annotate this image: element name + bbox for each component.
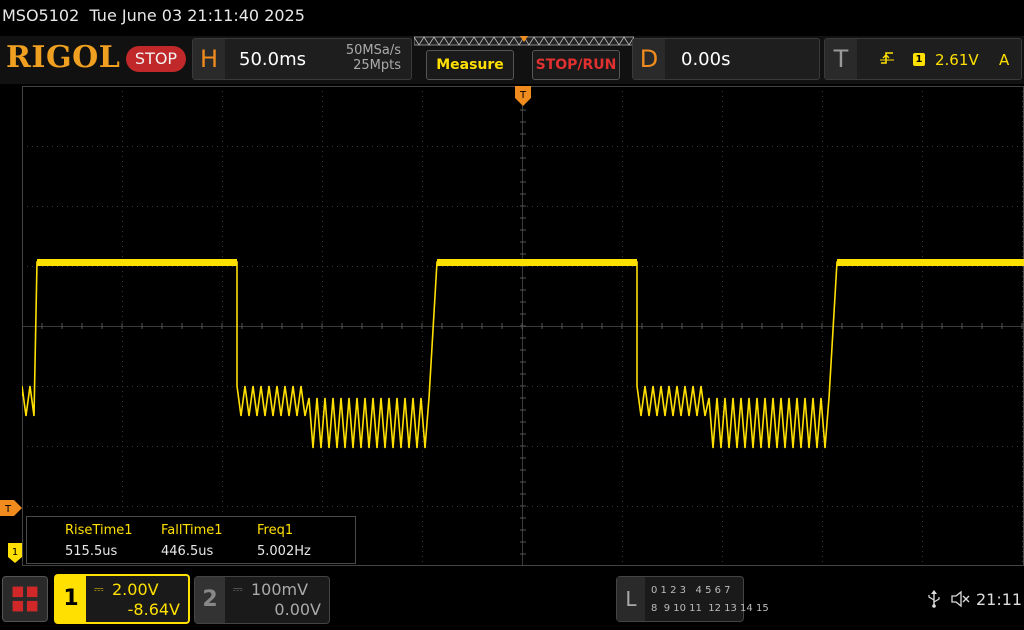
channel2-scale: 100mV <box>251 580 309 599</box>
delay-value: 0.00s <box>681 49 731 70</box>
measurement-results[interactable]: RiseTime1 515.5us FallTime1 446.5us Freq… <box>26 516 356 564</box>
measure-value: 515.5us <box>65 544 118 559</box>
waveform-display[interactable] <box>22 86 1024 566</box>
logic-channels-row2: 8 9 10 11 12 13 14 15 <box>651 603 769 614</box>
svg-text:1: 1 <box>12 547 18 558</box>
measure-frequency: Freq1 5.002Hz <box>257 523 311 559</box>
trigger-position-marker[interactable]: T <box>515 86 531 106</box>
logic-letter: L <box>617 577 645 621</box>
trigger-mode: A <box>999 51 1010 69</box>
measure-rise-time: RiseTime1 515.5us <box>65 523 133 559</box>
run-state-badge[interactable]: STOP <box>126 46 186 72</box>
acquisition-info: 50MSa/s 25Mpts <box>346 43 401 73</box>
datetime: Tue June 03 21:11:40 2025 <box>89 6 305 25</box>
measure-fall-time: FallTime1 446.5us <box>161 523 223 559</box>
dc-coupling-icon: ⎓ <box>233 582 243 596</box>
logic-channels-row1: 0 1 2 3 4 5 6 7 <box>651 585 731 596</box>
trigger-level-marker[interactable]: T <box>0 500 22 516</box>
dc-coupling-icon: ⎓ <box>94 582 104 596</box>
logic-analyzer-panel[interactable]: L 0 1 2 3 4 5 6 7 8 9 10 11 12 13 14 15 <box>616 576 769 622</box>
horizontal-letter: H <box>193 39 225 79</box>
brand-logo: RIGOL <box>6 40 121 75</box>
measure-value: 5.002Hz <box>257 544 311 559</box>
channel2-panel[interactable]: 2 ⎓ 100mV 0.00V <box>194 576 330 624</box>
channel2-number: 2 <box>195 577 225 623</box>
sample-rate: 50MSa/s <box>345 43 401 58</box>
channel1-high-level <box>37 259 237 266</box>
measure-button[interactable]: Measure <box>426 50 514 80</box>
header-bar: RIGOL STOP H 50.0ms 50MSa/s 25Mpts Measu… <box>0 36 1024 84</box>
channel1-scale: 2.00V <box>112 580 159 599</box>
horizontal-panel[interactable]: H 50.0ms 50MSa/s 25Mpts <box>192 38 412 80</box>
rising-edge-icon <box>880 52 894 64</box>
measure-label: FallTime1 <box>161 523 223 538</box>
channel1-offset: -8.64V <box>127 600 180 619</box>
measure-label: RiseTime1 <box>65 523 133 538</box>
usb-icon <box>928 590 940 608</box>
measure-value: 446.5us <box>161 544 214 559</box>
channel2-offset: 0.00V <box>274 600 321 619</box>
measure-label: Freq1 <box>257 523 294 538</box>
status-line: MSO5102 Tue June 03 21:11:40 2025 <box>0 0 1024 34</box>
model-name: MSO5102 <box>2 6 80 25</box>
channel1-high-level <box>837 259 1024 266</box>
svg-text:T: T <box>519 90 527 101</box>
channel1-panel[interactable]: 1 ⎓ 2.00V -8.64V <box>54 574 190 624</box>
system-clock: 21:11 <box>976 590 1023 609</box>
memory-depth: 25Mpts <box>353 58 401 73</box>
bottom-bar: 1 ⎓ 2.00V -8.64V 2 ⎓ 100mV 0.00V L 0 1 2… <box>0 568 1024 630</box>
main-menu-icon[interactable] <box>2 576 48 622</box>
channel1-high-level <box>437 259 637 266</box>
trigger-letter: T <box>825 39 857 79</box>
timebase-scale: 50.0ms <box>239 49 306 70</box>
memory-position-strip <box>414 36 634 46</box>
speaker-muted-icon[interactable] <box>950 590 970 608</box>
channel1-number: 1 <box>56 576 86 622</box>
trigger-source-badge: 1 <box>913 53 925 66</box>
delay-letter: D <box>633 39 665 79</box>
delay-panel[interactable]: D 0.00s <box>632 38 820 80</box>
trigger-panel[interactable]: T 1 2.61V A <box>824 38 1022 80</box>
ch1-ground-marker[interactable]: 1 <box>8 543 22 563</box>
trigger-level: 2.61V <box>935 51 979 69</box>
svg-text:T: T <box>4 504 12 515</box>
stop-run-button[interactable]: STOP/RUN <box>532 50 620 80</box>
